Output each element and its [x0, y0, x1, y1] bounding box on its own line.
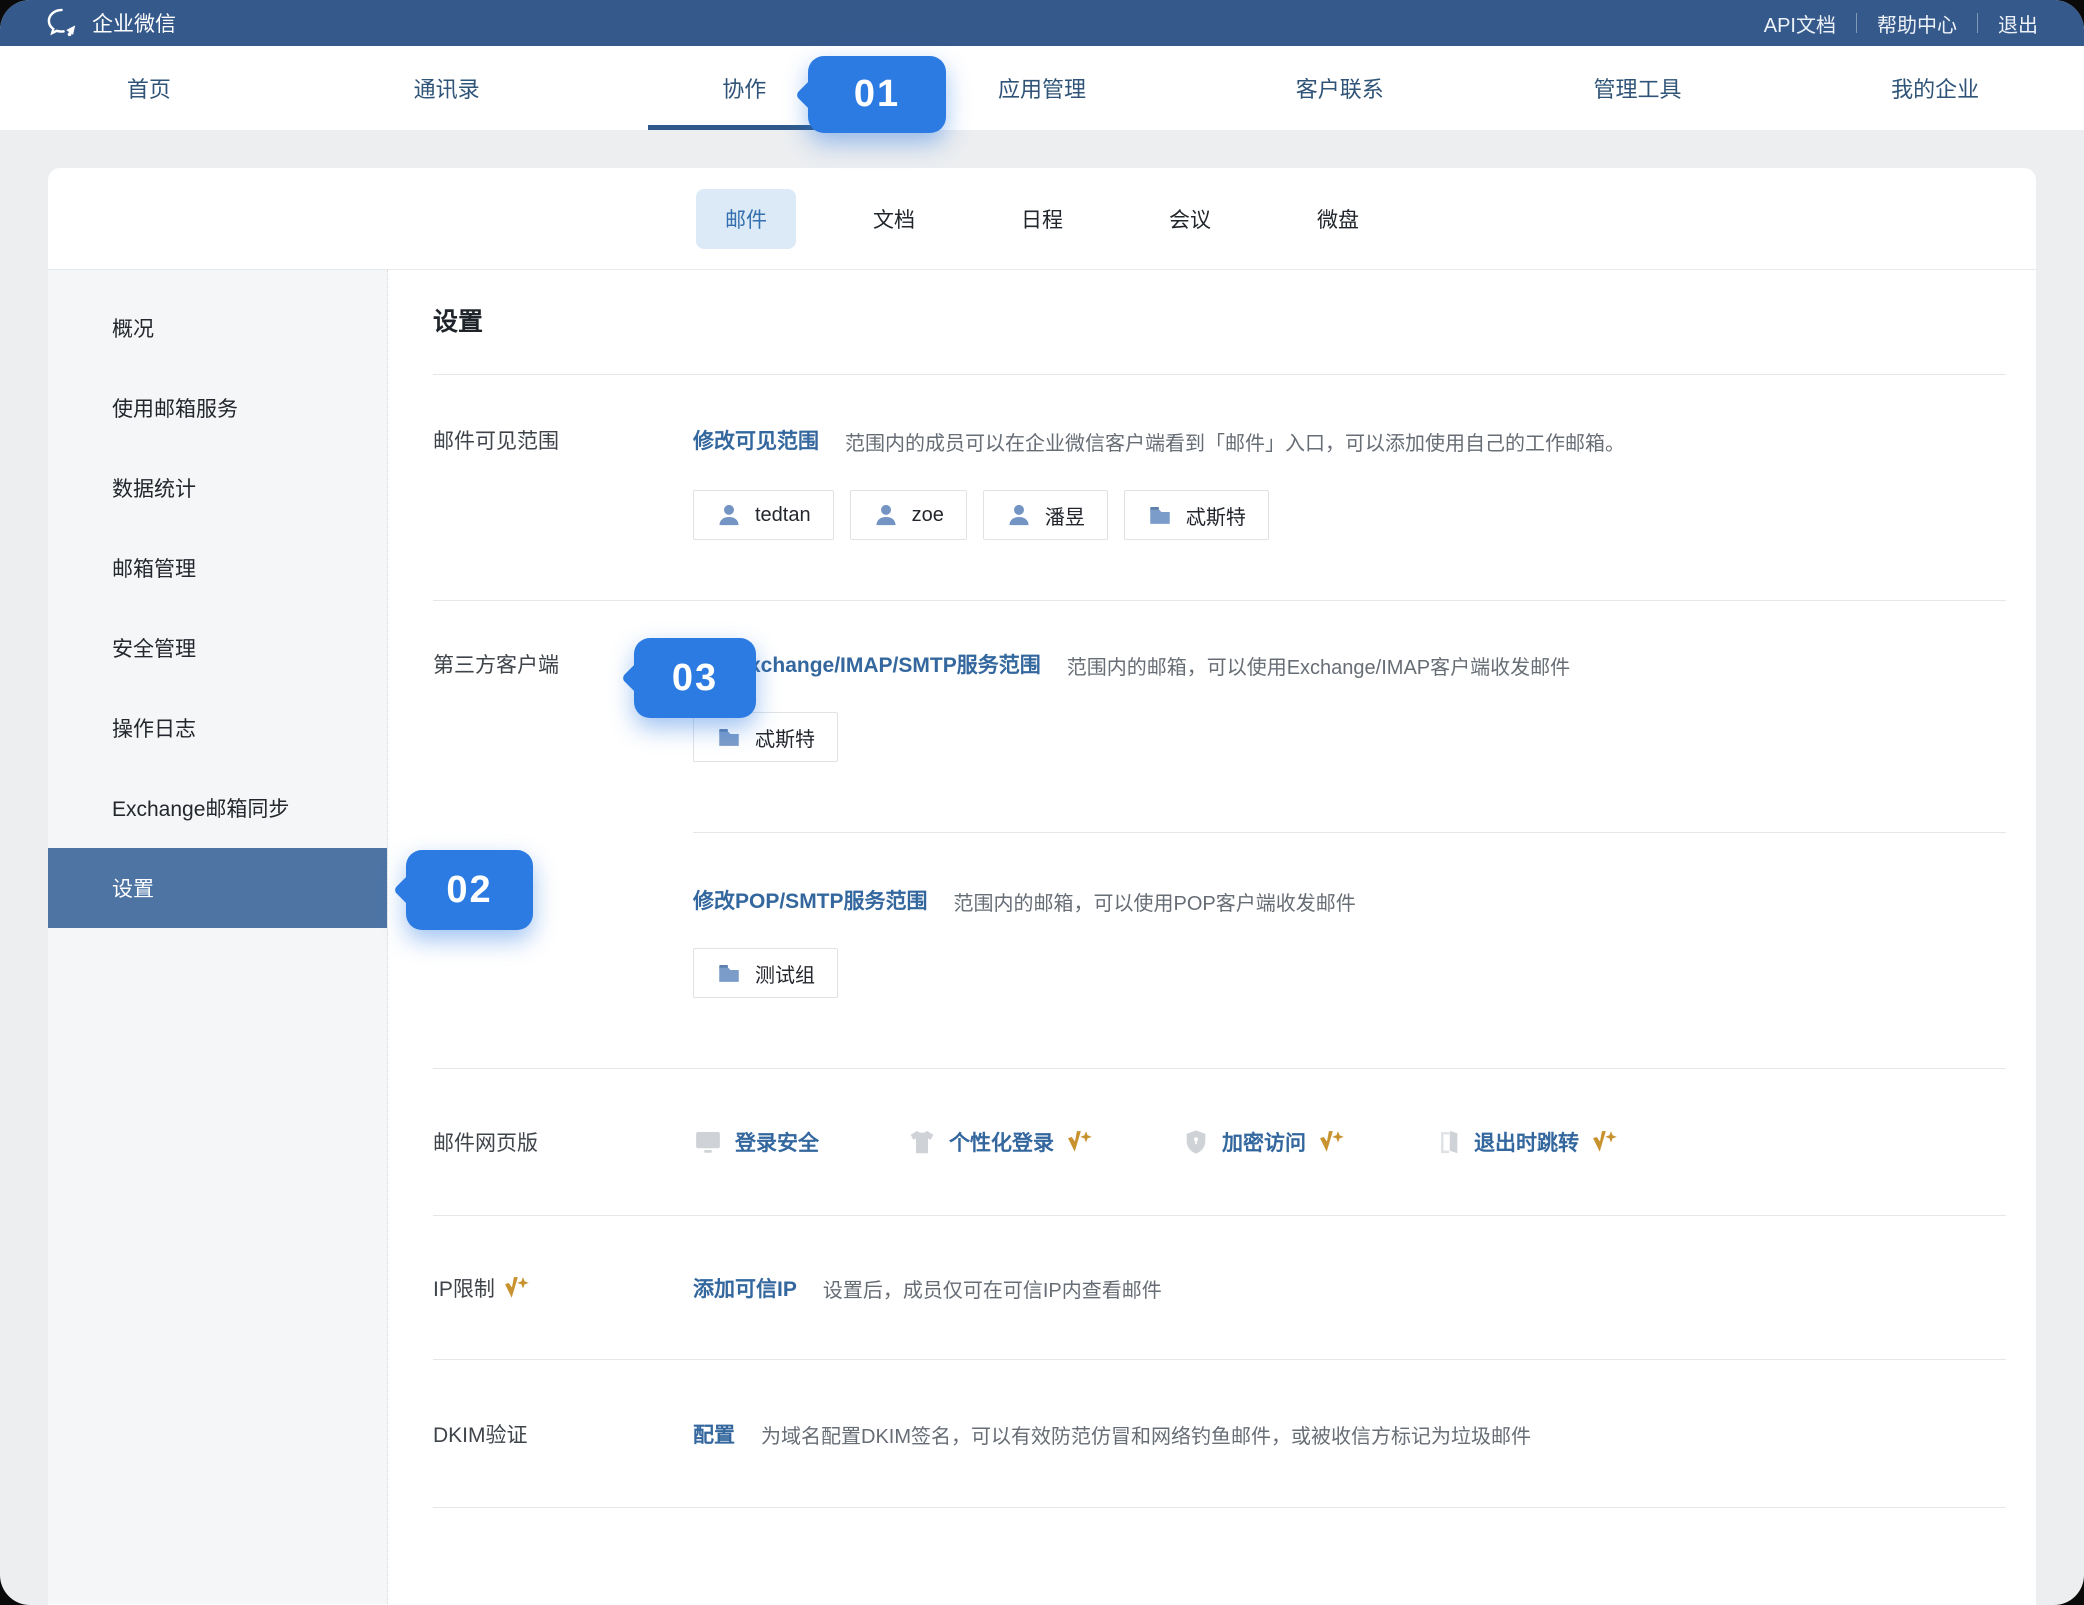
- member-chip: zoe: [850, 490, 967, 540]
- folder-icon: [1147, 502, 1173, 528]
- premium-sparkle-icon: [1591, 1128, 1619, 1156]
- row-mail-visibility: 邮件可见范围 修改可见范围 范围内的成员可以在企业微信客户端看到「邮件」入口，可…: [433, 375, 2006, 601]
- premium-sparkle-icon: [1318, 1128, 1346, 1156]
- primary-nav: 首页 通讯录 协作 应用管理 客户联系 管理工具 我的企业: [0, 46, 2084, 130]
- row-label: 邮件可见范围: [433, 425, 693, 455]
- group-name: 忒斯特: [1186, 501, 1246, 530]
- topbar-links: API文档 帮助中心 退出: [1764, 9, 2038, 38]
- folder-icon: [716, 960, 742, 986]
- webmail-encrypted-access[interactable]: 加密访问: [1182, 1127, 1346, 1157]
- nav-tab-admin-tools[interactable]: 管理工具: [1489, 46, 1787, 130]
- group-name: 忒斯特: [755, 723, 815, 752]
- row-dkim: DKIM验证 配置 为域名配置DKIM签名，可以有效防范仿冒和网络钓鱼邮件，或被…: [433, 1360, 2006, 1508]
- modify-visibility-link[interactable]: 修改可见范围: [693, 425, 819, 455]
- dkim-configure-link[interactable]: 配置: [693, 1419, 735, 1449]
- step-badge-02: 02: [406, 850, 533, 930]
- nav-tab-contacts[interactable]: 通讯录: [298, 46, 596, 130]
- row-label: 邮件网页版: [433, 1127, 693, 1157]
- settings-main: 设置 邮件可见范围 修改可见范围 范围内的成员可以在企业微信客户端看到「邮件」入…: [388, 270, 2036, 1604]
- tshirt-icon: [907, 1127, 937, 1157]
- group-chip: 忒斯特: [1124, 490, 1269, 540]
- member-name: 潘昱: [1045, 501, 1085, 530]
- step-badge-01: 01: [808, 56, 946, 133]
- row-webmail: 邮件网页版 登录安全: [433, 1069, 2006, 1216]
- subtab-calendar[interactable]: 日程: [992, 189, 1092, 249]
- row-description: 为域名配置DKIM签名，可以有效防范仿冒和网络钓鱼邮件，或被收信方标记为垃圾邮件: [761, 1418, 1531, 1449]
- member-name: zoe: [912, 504, 944, 527]
- divider: [1977, 13, 1978, 33]
- wecom-admin-window: 企业微信 API文档 帮助中心 退出 首页 通讯录 协作 应用管理 客户联系 管…: [0, 0, 2084, 1605]
- topbar: 企业微信 API文档 帮助中心 退出: [0, 0, 2084, 46]
- row-description: 范围内的邮箱，可以使用Exchange/IMAP客户端收发邮件: [1067, 649, 1570, 680]
- add-trusted-ip-link[interactable]: 添加可信IP: [693, 1273, 797, 1303]
- brand: 企业微信: [46, 7, 176, 39]
- sidebar-item-statistics[interactable]: 数据统计: [48, 448, 387, 528]
- subtab-meeting[interactable]: 会议: [1140, 189, 1240, 249]
- monitor-icon: [693, 1127, 723, 1157]
- shield-lock-icon: [1182, 1128, 1210, 1156]
- webmail-login-security[interactable]: 登录安全: [693, 1127, 819, 1157]
- nav-tab-my-company[interactable]: 我的企业: [1786, 46, 2084, 130]
- row-ip-limit: IP限制 添加可信IP 设置后，成员仅可在可信IP内查看邮件: [433, 1216, 2006, 1360]
- brand-title: 企业微信: [92, 8, 176, 38]
- group-chip: 忒斯特: [693, 712, 838, 762]
- person-icon: [716, 502, 742, 528]
- member-name: tedtan: [755, 504, 811, 527]
- person-icon: [873, 502, 899, 528]
- row-description: 设置后，成员仅可在可信IP内查看邮件: [823, 1272, 1162, 1303]
- step-badge-03: 03: [634, 638, 756, 718]
- group-name: 测试组: [755, 959, 815, 988]
- collab-subtabs: 邮件 文档 日程 会议 微盘: [48, 168, 2036, 270]
- member-chip: 潘昱: [983, 490, 1108, 540]
- premium-sparkle-icon: [1066, 1128, 1094, 1156]
- sidebar-item-exchange-sync[interactable]: Exchange邮箱同步: [48, 768, 387, 848]
- subtab-docs[interactable]: 文档: [844, 189, 944, 249]
- row-label: IP限制: [433, 1273, 693, 1303]
- row-label: DKIM验证: [433, 1419, 693, 1449]
- sidebar-item-use-mail-service[interactable]: 使用邮箱服务: [48, 368, 387, 448]
- door-exit-icon: [1434, 1128, 1462, 1156]
- group-chip: 测试组: [693, 948, 838, 998]
- sidebar-item-mailbox-management[interactable]: 邮箱管理: [48, 528, 387, 608]
- chat-bubble-logo-icon: [46, 7, 80, 39]
- divider: [693, 832, 2006, 833]
- logout-link[interactable]: 退出: [1998, 9, 2038, 38]
- mail-sidebar: 概况 使用邮箱服务 数据统计 邮箱管理 安全管理 操作日志 Exchange邮箱…: [48, 270, 388, 1604]
- row-description: 范围内的邮箱，可以使用POP客户端收发邮件: [954, 885, 1356, 916]
- person-icon: [1006, 502, 1032, 528]
- nav-tab-customers[interactable]: 客户联系: [1191, 46, 1489, 130]
- member-chip: tedtan: [693, 490, 834, 540]
- sidebar-item-security-management[interactable]: 安全管理: [48, 608, 387, 688]
- subtab-drive[interactable]: 微盘: [1288, 189, 1388, 249]
- folder-icon: [716, 724, 742, 750]
- webmail-logout-redirect[interactable]: 退出时跳转: [1434, 1127, 1619, 1157]
- page-title: 设置: [433, 270, 2006, 375]
- premium-sparkle-icon: [503, 1274, 531, 1302]
- help-center-link[interactable]: 帮助中心: [1877, 9, 1957, 38]
- nav-tab-home[interactable]: 首页: [0, 46, 298, 130]
- modify-pop-smtp-link[interactable]: 修改POP/SMTP服务范围: [693, 885, 928, 915]
- api-docs-link[interactable]: API文档: [1764, 9, 1836, 38]
- sidebar-item-settings[interactable]: 设置: [48, 848, 387, 928]
- divider: [1856, 13, 1857, 33]
- row-description: 范围内的成员可以在企业微信客户端看到「邮件」入口，可以添加使用自己的工作邮箱。: [845, 425, 1625, 456]
- webmail-personalized-login[interactable]: 个性化登录: [907, 1127, 1094, 1157]
- subtab-mail[interactable]: 邮件: [696, 189, 796, 249]
- sidebar-item-operation-log[interactable]: 操作日志: [48, 688, 387, 768]
- sidebar-item-overview[interactable]: 概况: [48, 288, 387, 368]
- content-panel: 邮件 文档 日程 会议 微盘 概况 使用邮箱服务 数据统计 邮箱管理 安全管理 …: [48, 168, 2036, 1605]
